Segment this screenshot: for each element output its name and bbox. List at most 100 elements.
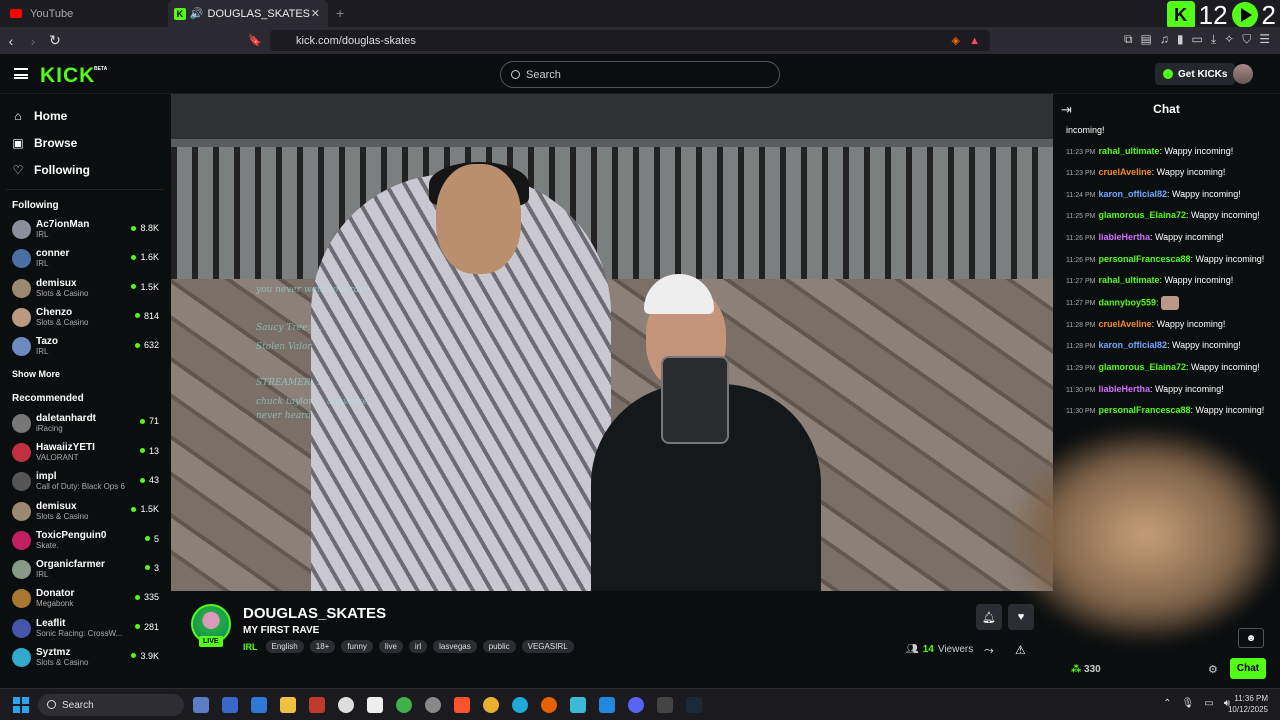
channel-item[interactable]: impl Call of Duty: Black Ops 6 43 — [0, 467, 170, 496]
heart-icon: ♡ — [12, 162, 24, 177]
search-input[interactable]: Search — [500, 61, 780, 88]
chat-username[interactable]: karon_official82 — [1098, 189, 1167, 199]
channel-item[interactable]: Chenzo Slots & Casino 814 — [0, 303, 170, 332]
brave-rewards-icon[interactable]: ▲ — [969, 35, 980, 47]
show-more-button[interactable]: Show More — [0, 361, 170, 379]
chat-username[interactable]: glamorous_Elaina72 — [1098, 210, 1186, 220]
chat-username[interactable]: liableHertha — [1098, 384, 1150, 394]
tag-pill[interactable]: English — [265, 640, 304, 653]
brave-shield-icon[interactable]: ◈ — [952, 34, 960, 47]
streamer-name[interactable]: DOUGLAS_SKATES — [243, 605, 386, 622]
tag-pill[interactable]: public — [482, 640, 516, 653]
channel-item[interactable]: Ac7ionMan IRL 8.8K — [0, 215, 170, 244]
close-tab-icon[interactable]: ✕ — [311, 7, 320, 20]
notification-bell-button[interactable]: 🔔︎ — [976, 604, 1002, 630]
share-icon[interactable]: ⤳ — [984, 643, 994, 658]
category-link[interactable]: IRL — [243, 642, 258, 652]
taskbar-clock[interactable]: 11:36 PM 10/12/2025 — [1228, 693, 1268, 715]
music-icon[interactable]: ♫ — [1160, 32, 1169, 47]
get-kicks-button[interactable]: Get KICKs — [1155, 63, 1236, 85]
channel-item[interactable]: Syztmz Slots & Casino 3.9K — [0, 643, 170, 672]
edge-icon[interactable] — [512, 697, 528, 713]
url-field[interactable]: kick.com/douglas-skates ◈ ▲ — [270, 30, 990, 51]
tag-pill[interactable]: lasvegas — [433, 640, 477, 653]
chat-username[interactable]: cruelAveline — [1098, 167, 1151, 177]
chat-username[interactable]: glamorous_Elaina72 — [1098, 362, 1186, 372]
channel-item[interactable]: conner IRL 1.6K — [0, 244, 170, 273]
chat-username[interactable]: rahal_ultimate — [1098, 275, 1159, 285]
back-icon[interactable]: ‹ — [0, 33, 22, 49]
windows-start-icon[interactable] — [13, 697, 29, 713]
chat-username[interactable]: personalFrancesca88 — [1098, 405, 1190, 415]
chat-username[interactable]: cruelAveline — [1098, 319, 1151, 329]
app-icon[interactable] — [251, 697, 267, 713]
chat-send-button[interactable]: Chat — [1230, 658, 1266, 679]
menu-icon[interactable]: ☰ — [1259, 32, 1270, 47]
tag-pill[interactable]: funny — [341, 640, 373, 653]
channel-item[interactable]: Leaflit Sonic Racing: CrossW... 281 — [0, 614, 170, 643]
download-icon[interactable]: ⤓ — [1211, 32, 1216, 47]
forward-icon[interactable]: › — [22, 33, 44, 49]
hamburger-menu-icon[interactable] — [14, 68, 28, 79]
steam-icon[interactable] — [686, 697, 702, 713]
chrome-icon[interactable] — [483, 697, 499, 713]
mic-icon[interactable]: 🎙︎ — [1182, 698, 1195, 709]
sidebar-item-home[interactable]: ⌂ Home — [0, 102, 170, 129]
tag-pill[interactable]: irl — [408, 640, 428, 653]
file-explorer-icon[interactable] — [280, 697, 296, 713]
sidebar-item-browse[interactable]: ▣ Browse — [0, 129, 170, 156]
channel-points[interactable]: ⁂ 330 — [1071, 664, 1101, 675]
chat-username[interactable]: liableHertha — [1098, 232, 1150, 242]
app-icon[interactable] — [425, 697, 441, 713]
extension-icon[interactable]: ⧉ — [1124, 32, 1133, 47]
display-icon[interactable]: ▭ — [1204, 698, 1213, 709]
tab-kick-stream[interactable]: K 🔊 DOUGLAS_SKATES Stream - V ✕ — [168, 0, 328, 27]
tag-pill[interactable]: VEGASIRL — [521, 640, 574, 653]
chat-username[interactable]: karon_official82 — [1098, 340, 1167, 350]
channel-item[interactable]: ToxicPenguin0 Skate. 5 — [0, 526, 170, 555]
app-icon[interactable] — [338, 697, 354, 713]
sidebar-icon[interactable]: ▮ — [1177, 32, 1184, 47]
channel-item[interactable]: Tazo IRL 632 — [0, 332, 170, 361]
report-icon[interactable]: ⚠ — [1015, 643, 1026, 657]
channel-item[interactable]: Donator Megabonk 335 — [0, 584, 170, 613]
brave-icon[interactable] — [454, 697, 470, 713]
reload-icon[interactable]: ↻ — [44, 32, 66, 49]
vscode-icon[interactable] — [599, 697, 615, 713]
discord-icon[interactable] — [628, 697, 644, 713]
chevron-up-icon[interactable]: ⌃ — [1163, 698, 1171, 709]
user-avatar[interactable] — [1233, 64, 1253, 84]
channel-item[interactable]: daletanhardt iRacing 71 — [0, 408, 170, 437]
chat-username[interactable]: dannyboy559 — [1098, 297, 1156, 307]
channel-item[interactable]: Organicfarmer IRL 3 — [0, 555, 170, 584]
follow-heart-button[interactable]: ♥ — [1008, 604, 1034, 630]
app-icon[interactable] — [193, 697, 209, 713]
kick-logo[interactable]: KICK — [40, 64, 95, 88]
chat-username[interactable]: rahal_ultimate — [1098, 146, 1159, 156]
app-icon[interactable] — [367, 697, 383, 713]
video-player[interactable]: you never went to a rave Saucy Tree: ... S… — [171, 94, 1053, 591]
channel-item[interactable]: HawaiizYETI VALORANT 13 — [0, 438, 170, 467]
vpn-icon[interactable]: ⛉ — [1242, 32, 1251, 47]
bookmark-icon[interactable]: 🔖 — [248, 34, 262, 47]
app-icon[interactable] — [309, 697, 325, 713]
emoji-button[interactable]: ☻ — [1238, 628, 1264, 648]
tag-pill[interactable]: live — [378, 640, 403, 653]
leo-icon[interactable]: ✧ — [1224, 32, 1234, 47]
channel-item[interactable]: demisux Slots & Casino 1.5K — [0, 496, 170, 525]
sidebar-item-following[interactable]: ♡ Following — [0, 156, 170, 183]
app-icon[interactable] — [570, 697, 586, 713]
app-icon[interactable] — [657, 697, 673, 713]
wallet-icon[interactable]: ▭ — [1192, 32, 1203, 47]
taskbar-search[interactable]: Search — [38, 694, 184, 716]
new-tab-button[interactable]: + — [336, 5, 344, 21]
channel-item[interactable]: demisux Slots & Casino 1.5K — [0, 274, 170, 303]
reader-icon[interactable]: ▤ — [1141, 32, 1152, 47]
gear-icon[interactable]: ⚙ — [1208, 663, 1218, 676]
firefox-icon[interactable] — [541, 697, 557, 713]
app-icon[interactable] — [222, 697, 238, 713]
chrome-icon[interactable] — [396, 697, 412, 713]
chat-username[interactable]: personalFrancesca88 — [1098, 254, 1190, 264]
tag-pill[interactable]: 18+ — [309, 640, 336, 653]
tab-youtube[interactable]: YouTube — [0, 0, 168, 27]
